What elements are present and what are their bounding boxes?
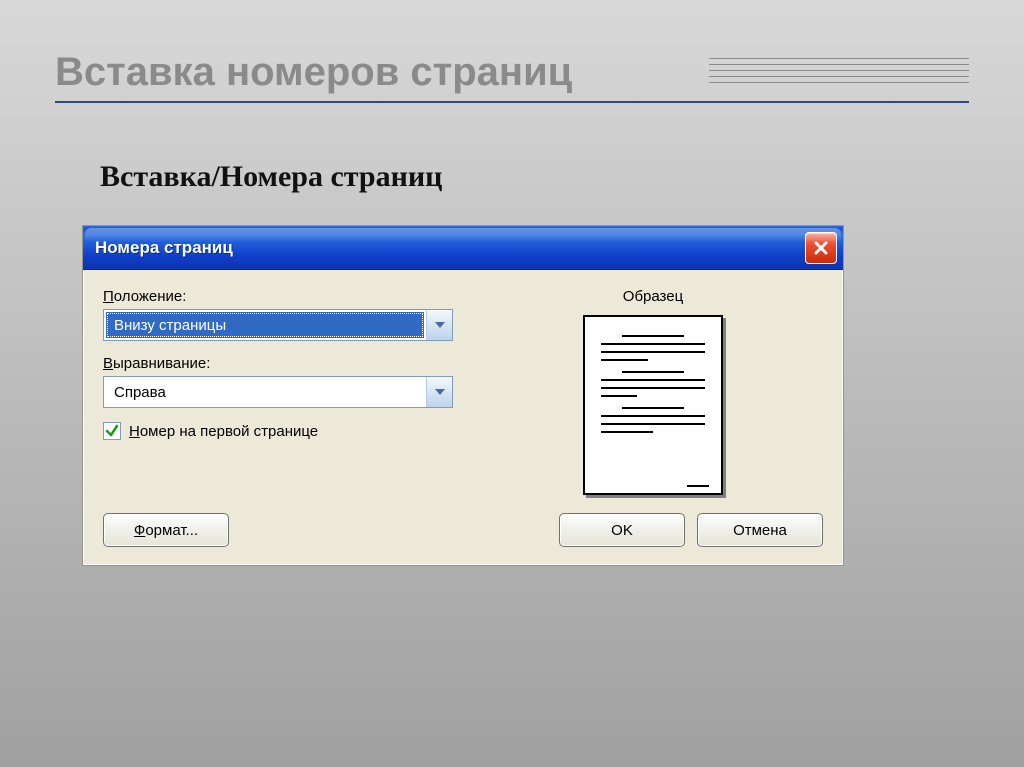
preview-label: Образец	[623, 288, 683, 305]
subheading: Вставка/Номера страниц	[100, 160, 442, 194]
preview-page	[583, 315, 723, 495]
preview-page-number	[687, 485, 709, 487]
format-button[interactable]: Формат...	[103, 513, 229, 547]
position-dropdown[interactable]: Внизу страницы	[103, 309, 453, 341]
titlebar[interactable]: Номера страниц	[83, 226, 843, 270]
first-page-checkbox-row: Номер на первой странице	[103, 422, 453, 440]
dialog-left-column: Положение: Внизу страницы Выравнивание: …	[103, 288, 453, 495]
alignment-value: Справа	[106, 379, 424, 405]
dialog-right-column: Образец	[483, 288, 823, 495]
dropdown-button[interactable]	[426, 310, 452, 340]
first-page-label: Номер на первой странице	[129, 423, 318, 440]
ok-button[interactable]: OK	[559, 513, 685, 547]
chevron-down-icon	[435, 322, 445, 328]
check-icon	[105, 424, 119, 438]
dialog-title: Номера страниц	[95, 238, 233, 258]
cancel-button[interactable]: Отмена	[697, 513, 823, 547]
page-numbers-dialog: Номера страниц Положение: Внизу страницы	[82, 225, 844, 566]
alignment-dropdown[interactable]: Справа	[103, 376, 453, 408]
header-rule	[55, 101, 969, 103]
dialog-body: Положение: Внизу страницы Выравнивание: …	[83, 270, 843, 513]
dialog-button-row: Формат... OK Отмена	[83, 513, 843, 565]
chevron-down-icon	[435, 389, 445, 395]
first-page-checkbox[interactable]	[103, 422, 121, 440]
position-label: Положение:	[103, 288, 453, 305]
position-value: Внизу страницы	[106, 312, 424, 338]
alignment-label: Выравнивание:	[103, 355, 453, 372]
decorative-lines	[709, 58, 969, 98]
dropdown-button[interactable]	[426, 377, 452, 407]
slide-header: Вставка номеров страниц	[55, 50, 969, 103]
close-button[interactable]	[805, 232, 837, 264]
close-icon	[813, 240, 829, 256]
